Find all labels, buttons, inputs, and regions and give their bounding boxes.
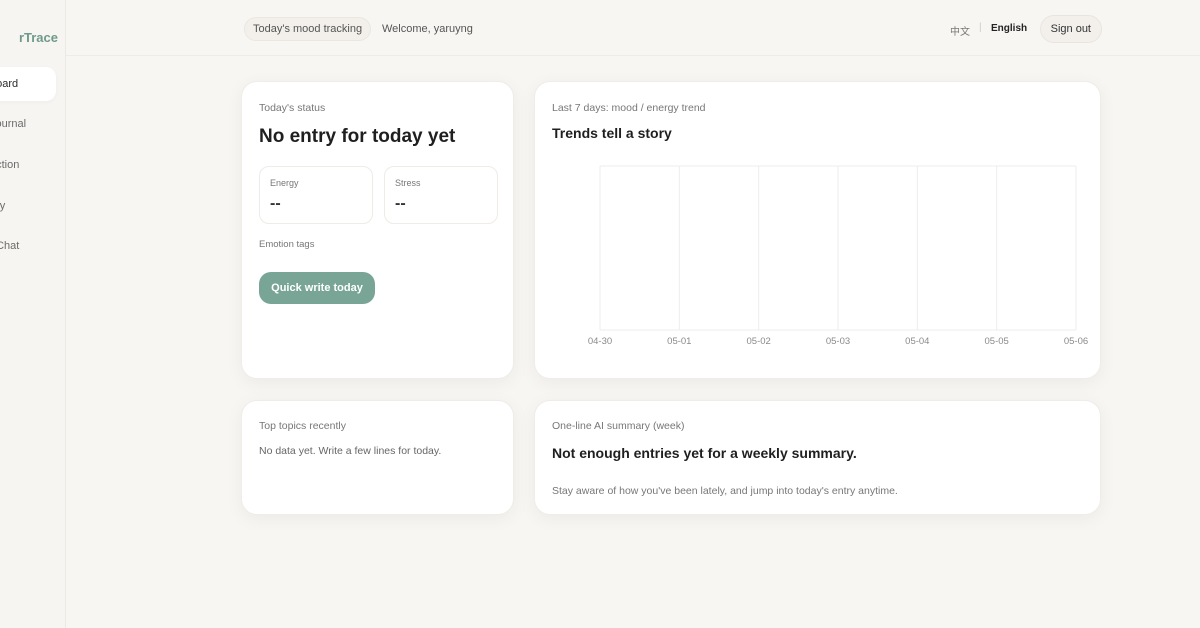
- x-tick-label: 05-03: [826, 336, 850, 347]
- trend-chart: 04-30 05-01 05-02 05-03 05-04 05-05 05-06: [588, 165, 1088, 347]
- x-tick-label: 05-04: [905, 336, 929, 347]
- x-tick-label: 05-01: [667, 336, 691, 347]
- energy-label: Energy: [270, 178, 299, 188]
- status-card-label: Today's status: [259, 102, 326, 114]
- status-card-title: No entry for today yet: [259, 126, 456, 147]
- emotion-tags-label: Emotion tags: [259, 239, 315, 250]
- x-tick-label: 05-05: [985, 336, 1009, 347]
- x-tick-label: 04-30: [588, 336, 612, 347]
- stress-label: Stress: [395, 178, 421, 188]
- lang-en-button[interactable]: English: [991, 23, 1027, 34]
- sign-out-button[interactable]: Sign out: [1039, 15, 1102, 43]
- summary-card-label: One-line AI summary (week): [552, 420, 685, 432]
- mood-tracking-badge: Today's mood tracking: [244, 17, 372, 41]
- summary-text: Stay aware of how you've been lately, an…: [552, 485, 898, 497]
- sidebar-item-journal[interactable]: Journal: [0, 107, 56, 141]
- stress-value: --: [395, 195, 406, 212]
- sidebar-item-chat[interactable]: t Chat: [0, 229, 56, 263]
- sidebar-item-dashboard[interactable]: board: [0, 67, 56, 101]
- summary-card-title: Not enough entries yet for a weekly summ…: [552, 445, 857, 461]
- energy-box: Energy --: [259, 166, 373, 224]
- summary-card: One-line AI summary (week) Not enough en…: [534, 400, 1101, 515]
- status-card: Today's status No entry for today yet En…: [241, 81, 514, 379]
- topics-empty-text: No data yet. Write a few lines for today…: [259, 445, 442, 457]
- lang-zh-button[interactable]: 中文: [950, 23, 970, 38]
- sidebar-item-history[interactable]: ory: [0, 189, 56, 223]
- topics-card-label: Top topics recently: [259, 420, 346, 432]
- trend-card: Last 7 days: mood / energy trend Trends …: [534, 81, 1101, 379]
- x-tick-label: 05-06: [1064, 336, 1088, 347]
- brand-logo[interactable]: rTrace: [0, 30, 58, 45]
- lang-separator: |: [979, 22, 982, 33]
- topics-card: Top topics recently No data yet. Write a…: [241, 400, 514, 515]
- quick-write-button[interactable]: Quick write today: [259, 272, 375, 304]
- sidebar: rTrace board Journal ection ory t Chat: [0, 0, 66, 628]
- top-bar: Today's mood tracking Welcome, yaruyng 中…: [66, 0, 1200, 56]
- stress-box: Stress --: [384, 166, 498, 224]
- x-tick-label: 05-02: [747, 336, 771, 347]
- welcome-text: Welcome, yaruyng: [382, 23, 473, 35]
- sidebar-item-reflection[interactable]: ection: [0, 148, 56, 182]
- energy-value: --: [270, 195, 281, 212]
